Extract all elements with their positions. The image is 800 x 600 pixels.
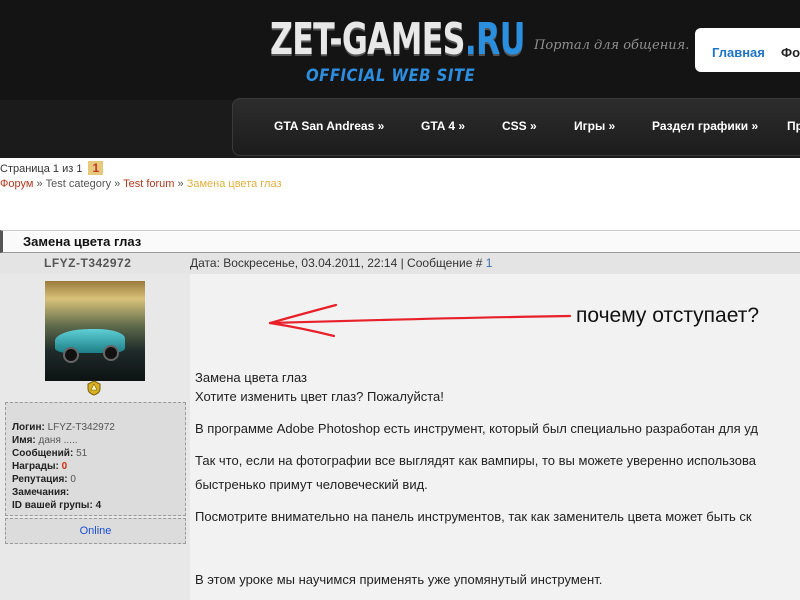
annotation-arrow-icon [268,303,572,338]
avatar [45,281,145,381]
pagination-current-page[interactable]: 1 [88,161,104,175]
logo-main-text: ZET-GAMES [270,14,465,65]
post-body-line: Посмотрите внимательно на панель инструм… [195,509,752,524]
breadcrumb-separator: » [33,178,46,190]
avatar-wheel [63,347,79,363]
online-status: Online [5,518,186,544]
nav-item-games[interactable]: Игры » [574,119,615,133]
post-date: Дата: Воскресенье, 03.04.2011, 22:14 | С… [190,256,492,270]
breadcrumb: Форум » Test category » Test forum » Зам… [0,178,281,190]
breadcrumb-current-topic: Замена цвета глаз [186,178,282,190]
group-value: 4 [95,500,102,511]
post-body-line: быстренько примут человеческий вид. [195,477,428,492]
logo-ru-text: .RU [464,14,526,65]
portal-tagline: Портал для общения. [534,38,690,53]
reputation-label: Репутация: [12,474,68,485]
topic-title-bar: Замена цвета глаз [0,230,800,253]
annotation-text: почему отступает? [576,304,760,327]
breadcrumb-separator: » [111,178,124,190]
breadcrumb-forum-section[interactable]: Test forum [123,178,174,190]
top-link-forum[interactable]: Фо [781,45,800,60]
messages-value: 51 [76,448,88,459]
reputation-value[interactable]: 0 [70,474,76,485]
nav-item-gta4[interactable]: GTA 4 » [421,119,465,133]
top-links-panel: Главная Фо [695,28,800,72]
warnings-label: Замечания: [12,487,70,498]
nav-item-css[interactable]: CSS » [502,119,537,133]
login-label: Логин: [12,422,45,433]
top-link-home[interactable]: Главная [712,45,765,60]
site-logo[interactable]: ZET-GAMES.RU [270,15,525,65]
post-date-text: Дата: Воскресенье, 03.04.2011, 22:14 | С… [190,256,486,270]
pagination-label: Страница 1 из 1 [0,163,83,175]
user-info-box: Логин: LFYZ-T342972 Имя: даня ..... Сооб… [5,402,186,516]
awards-value[interactable]: 0 [62,461,68,472]
site-header: ZET-GAMES.RU OFFICIAL WEB SITE Портал дл… [0,0,800,158]
post-body-line: В этом уроке мы научимся применять уже у… [195,572,603,587]
post-header: LFYZ-T342972 Дата: Воскресенье, 03.04.20… [0,253,800,275]
group-label: ID вашей групы: [12,500,93,511]
main-nav: GTA San Andreas » GTA 4 » CSS » Игры » Р… [232,98,800,156]
online-status-text: Online [79,525,112,537]
nav-item-gta-sa[interactable]: GTA San Andreas » [274,119,384,133]
post-body-line: Хотите изменить цвет глаз? Пожалуйста! [195,389,444,404]
name-label: Имя: [12,435,36,446]
rank-badge-icon [87,380,101,396]
breadcrumb-separator: » [174,178,187,190]
messages-label: Сообщений: [12,448,74,459]
login-value: LFYZ-T342972 [47,422,115,433]
breadcrumb-category[interactable]: Test category [46,178,111,190]
post-body-line: Так что, если на фотографии все выглядят… [195,453,756,468]
name-value: даня ..... [38,435,78,446]
breadcrumb-forum[interactable]: Форум [0,178,33,190]
avatar-wheel [103,345,119,361]
post-body-line: В программе Adobe Photoshop есть инструм… [195,421,758,436]
post-body: Замена цвета глаз Хотите изменить цвет г… [195,368,800,589]
topic-title: Замена цвета глаз [23,234,142,249]
post-number-link[interactable]: 1 [486,256,493,270]
awards-label: Награды: [12,461,59,472]
post-author-name[interactable]: LFYZ-T342972 [44,256,131,270]
nav-item-more[interactable]: Пр [787,119,800,133]
nav-item-graphics[interactable]: Раздел графики » [652,119,758,133]
pagination: Страница 1 из 1 1 [0,161,800,179]
post-body-heading: Замена цвета глаз [195,370,308,385]
logo-subtitle: OFFICIAL WEB SITE [306,66,476,86]
